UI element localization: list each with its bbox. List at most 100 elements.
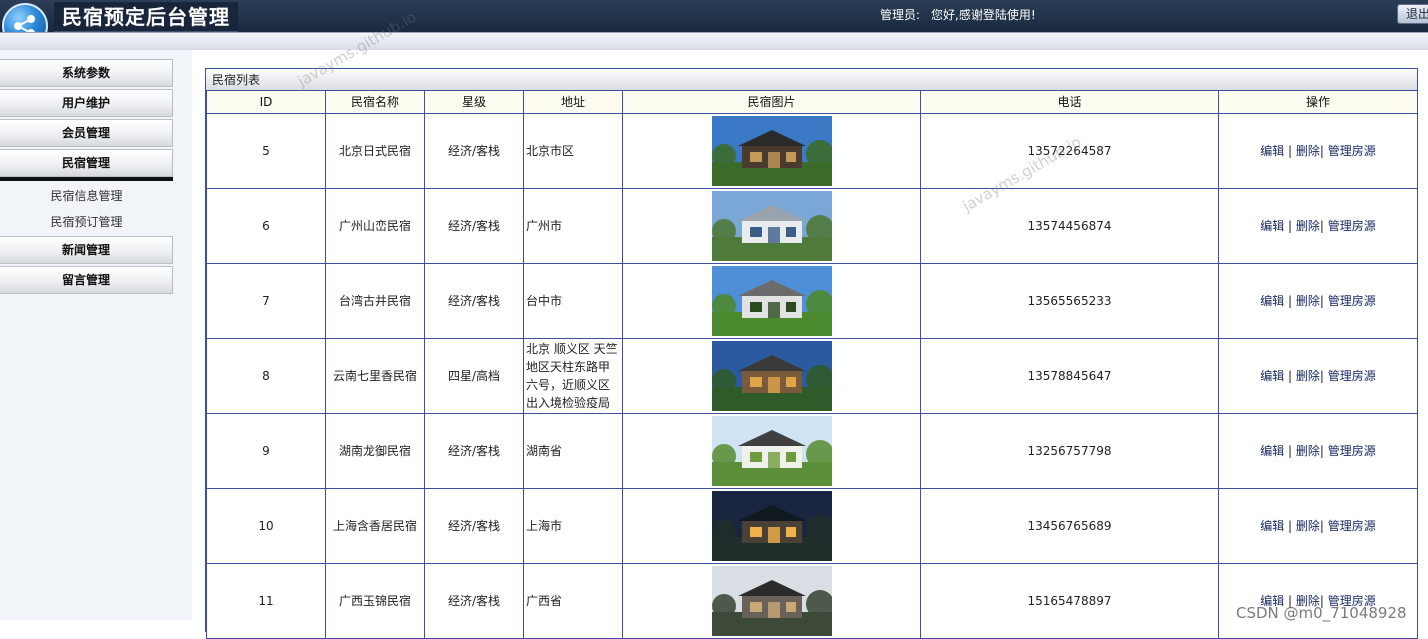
- action-separator: |: [1288, 144, 1293, 158]
- edit-link[interactable]: 编辑: [1260, 444, 1284, 458]
- menu-message-management[interactable]: 留言管理: [0, 266, 173, 294]
- action-separator: |: [1288, 369, 1293, 383]
- minsu-photo: [711, 565, 832, 636]
- cell-actions: 编辑 | 删除| 管理房源: [1218, 112, 1418, 189]
- cell-id: 6: [206, 187, 326, 264]
- cell-address: 北京 顺义区 天竺地区天柱东路甲六号，近顺义区出入境检验疫局: [523, 337, 623, 414]
- cell-actions: 编辑 | 删除| 管理房源: [1218, 262, 1418, 339]
- minsu-photo: [711, 190, 832, 261]
- header-band: [0, 32, 1428, 50]
- cell-phone: 13574456874: [920, 187, 1219, 264]
- manage-rooms-link[interactable]: 管理房源: [1328, 144, 1376, 158]
- minsu-photo: [711, 490, 832, 561]
- minsu-photo: [711, 340, 832, 411]
- menu-minsu-management[interactable]: 民宿管理: [0, 149, 173, 177]
- edit-link[interactable]: 编辑: [1260, 519, 1284, 533]
- cell-actions: 编辑 | 删除| 管理房源: [1218, 187, 1418, 264]
- cell-actions: 编辑 | 删除| 管理房源: [1218, 487, 1418, 564]
- table-header-row: ID 民宿名称 星级 地址 民宿图片 电话 操作: [206, 91, 1418, 114]
- admin-label: 管理员:: [880, 8, 921, 22]
- edit-link[interactable]: 编辑: [1260, 219, 1284, 233]
- manage-rooms-link[interactable]: 管理房源: [1328, 294, 1376, 308]
- cell-id: 7: [206, 262, 326, 339]
- action-separator: |: [1288, 519, 1293, 533]
- manage-rooms-link[interactable]: 管理房源: [1328, 519, 1376, 533]
- manage-rooms-link[interactable]: 管理房源: [1328, 219, 1376, 233]
- cell-phone: 13578845647: [920, 337, 1219, 414]
- submenu-minsu-info[interactable]: 民宿信息管理: [0, 184, 173, 208]
- delete-link[interactable]: 删除: [1296, 594, 1320, 608]
- cell-name: 广西玉锦民宿: [325, 562, 425, 639]
- cell-actions: 编辑 | 删除| 管理房源: [1218, 562, 1418, 639]
- submenu-minsu-booking[interactable]: 民宿预订管理: [0, 210, 173, 234]
- cell-actions: 编辑 | 删除| 管理房源: [1218, 412, 1418, 489]
- edit-link[interactable]: 编辑: [1260, 369, 1284, 383]
- table-row: 8 云南七里香民宿 四星/高档 北京 顺义区 天竺地区天柱东路甲六号，近顺义区出…: [206, 337, 1418, 414]
- cell-phone: 13456765689: [920, 487, 1219, 564]
- menu-news-management[interactable]: 新闻管理: [0, 236, 173, 264]
- cell-phone: 13565565233: [920, 262, 1219, 339]
- cell-phone: 13572264587: [920, 112, 1219, 189]
- cell-picture: [622, 187, 921, 264]
- col-actions: 操作: [1218, 91, 1418, 114]
- action-separator: |: [1288, 294, 1293, 308]
- col-phone: 电话: [920, 91, 1219, 114]
- edit-link[interactable]: 编辑: [1260, 594, 1284, 608]
- cell-picture: [622, 337, 921, 414]
- col-star: 星级: [424, 91, 524, 114]
- cell-star: 经济/客栈: [424, 562, 524, 639]
- top-header: 民宿预定后台管理 管理员: 您好,感谢登陆使用! 退出: [0, 0, 1428, 50]
- edit-link[interactable]: 编辑: [1260, 294, 1284, 308]
- cell-name: 上海含香居民宿: [325, 487, 425, 564]
- action-separator: |: [1319, 444, 1324, 458]
- menu-user-maintenance[interactable]: 用户维护: [0, 89, 173, 117]
- delete-link[interactable]: 删除: [1296, 369, 1320, 383]
- delete-link[interactable]: 删除: [1296, 294, 1320, 308]
- cell-actions: 编辑 | 删除| 管理房源: [1218, 337, 1418, 414]
- active-menu-bar: [0, 177, 173, 181]
- action-separator: |: [1319, 294, 1324, 308]
- delete-link[interactable]: 删除: [1296, 219, 1320, 233]
- logout-button[interactable]: 退出: [1397, 4, 1428, 24]
- delete-link[interactable]: 删除: [1296, 144, 1320, 158]
- cell-name: 云南七里香民宿: [325, 337, 425, 414]
- cell-id: 9: [206, 412, 326, 489]
- table-row: 11 广西玉锦民宿 经济/客栈 广西省 15165478897 编辑 | 删除|…: [206, 562, 1418, 639]
- delete-link[interactable]: 删除: [1296, 444, 1320, 458]
- manage-rooms-link[interactable]: 管理房源: [1328, 594, 1376, 608]
- action-separator: |: [1319, 369, 1324, 383]
- cell-phone: 13256757798: [920, 412, 1219, 489]
- cell-name: 北京日式民宿: [325, 112, 425, 189]
- col-id: ID: [206, 91, 326, 114]
- action-separator: |: [1319, 519, 1324, 533]
- manage-rooms-link[interactable]: 管理房源: [1328, 444, 1376, 458]
- cell-name: 台湾古井民宿: [325, 262, 425, 339]
- cell-name: 湖南龙御民宿: [325, 412, 425, 489]
- cell-picture: [622, 412, 921, 489]
- minsu-photo: [711, 115, 832, 186]
- manage-rooms-link[interactable]: 管理房源: [1328, 369, 1376, 383]
- menu-system-params[interactable]: 系统参数: [0, 59, 173, 87]
- cell-picture: [622, 562, 921, 639]
- col-address: 地址: [523, 91, 623, 114]
- minsu-photo: [711, 265, 832, 336]
- edit-link[interactable]: 编辑: [1260, 144, 1284, 158]
- delete-link[interactable]: 删除: [1296, 519, 1320, 533]
- cell-star: 经济/客栈: [424, 112, 524, 189]
- action-separator: |: [1319, 594, 1324, 608]
- table-row: 7 台湾古井民宿 经济/客栈 台中市 13565565233 编辑 | 删除| …: [206, 262, 1418, 339]
- cell-picture: [622, 262, 921, 339]
- table-row: 5 北京日式民宿 经济/客栈 北京市区 13572264587 编辑 | 删除|…: [206, 112, 1418, 189]
- action-separator: |: [1288, 219, 1293, 233]
- cell-star: 经济/客栈: [424, 262, 524, 339]
- cell-id: 10: [206, 487, 326, 564]
- col-name: 民宿名称: [325, 91, 425, 114]
- cell-picture: [622, 112, 921, 189]
- cell-address: 广州市: [523, 187, 623, 264]
- title-box: 民宿预定后台管理: [54, 2, 238, 32]
- cell-id: 8: [206, 337, 326, 414]
- menu-member-management[interactable]: 会员管理: [0, 119, 173, 147]
- cell-star: 经济/客栈: [424, 487, 524, 564]
- app-title: 民宿预定后台管理: [62, 5, 230, 29]
- cell-address: 广西省: [523, 562, 623, 639]
